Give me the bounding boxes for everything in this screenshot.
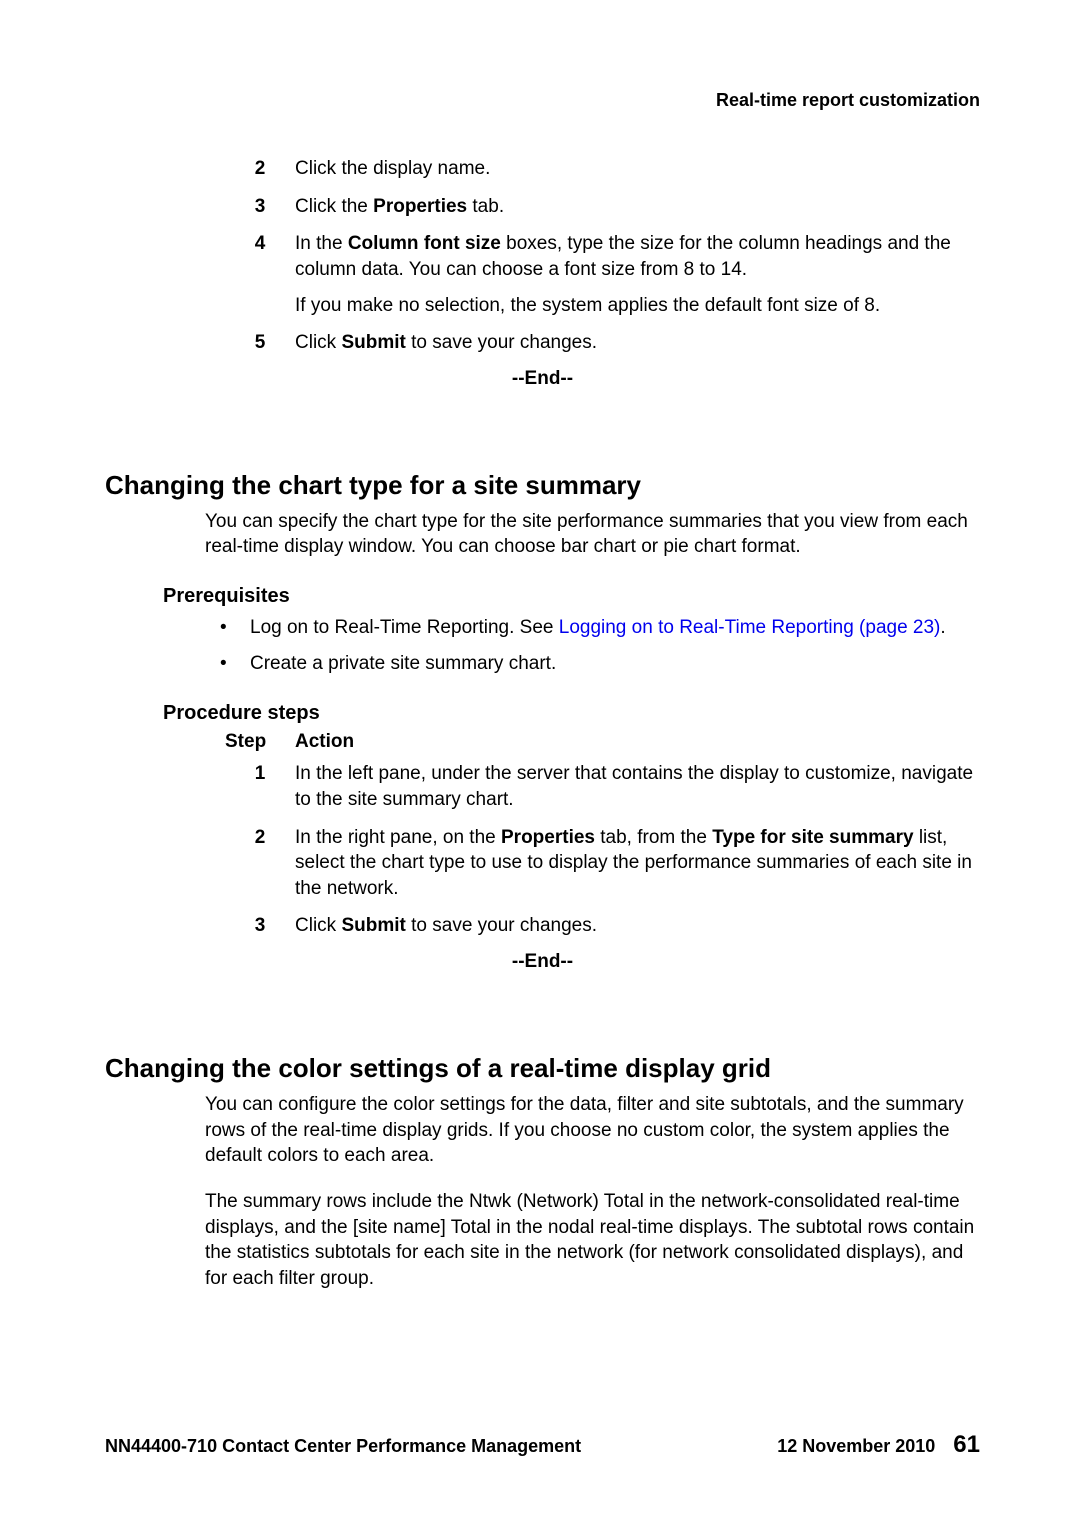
footer-page-number: 61 — [953, 1431, 980, 1459]
list-item-text: Create a private site summary chart. — [250, 650, 556, 678]
step-row: 5Click Submit to save your changes. — [225, 330, 980, 356]
step-text: Click Submit to save your changes. — [295, 913, 980, 939]
step-paragraph: In the left pane, under the server that … — [295, 761, 980, 812]
page-footer: NN44400-710 Contact Center Performance M… — [105, 1431, 980, 1459]
list-item-text: Log on to Real-Time Reporting. See Loggi… — [250, 614, 946, 642]
prerequisites-heading: Prerequisites — [163, 585, 980, 608]
running-header: Real-time report customization — [105, 90, 980, 111]
step-paragraph: If you make no selection, the system app… — [295, 293, 980, 319]
step-row: 4In the Column font size boxes, type the… — [225, 231, 980, 318]
step-row: 2In the right pane, on the Properties ta… — [225, 825, 980, 902]
end-marker: --End-- — [105, 951, 980, 973]
step-number: 3 — [225, 194, 295, 220]
step-col-header: Step — [225, 731, 295, 753]
step-text: Click the Properties tab. — [295, 194, 980, 220]
list-item: •Log on to Real-Time Reporting. See Logg… — [220, 614, 980, 642]
footer-date: 12 November 2010 — [777, 1436, 935, 1457]
step-paragraph: In the right pane, on the Properties tab… — [295, 825, 980, 902]
step-paragraph: Click Submit to save your changes. — [295, 330, 980, 356]
bullet-icon: • — [220, 650, 250, 678]
step-row: 1In the left pane, under the server that… — [225, 761, 980, 812]
step-number: 1 — [225, 761, 295, 812]
cross-reference-link[interactable]: Logging on to Real-Time Reporting (page … — [559, 617, 941, 638]
steps-header: Step Action — [225, 731, 980, 753]
body-paragraph: The summary rows include the Ntwk (Netwo… — [205, 1189, 980, 1292]
section-intro: You can specify the chart type for the s… — [205, 509, 980, 560]
end-marker: --End-- — [105, 368, 980, 390]
step-number: 5 — [225, 330, 295, 356]
step-number: 2 — [225, 825, 295, 902]
step-paragraph: Click Submit to save your changes. — [295, 913, 980, 939]
list-item: •Create a private site summary chart. — [220, 650, 980, 678]
step-text: Click Submit to save your changes. — [295, 330, 980, 356]
section-heading: Changing the chart type for a site summa… — [105, 470, 980, 501]
section-intro: You can configure the color settings for… — [205, 1092, 980, 1291]
intro-text: You can specify the chart type for the s… — [205, 509, 980, 560]
step-number: 2 — [225, 156, 295, 182]
step-number: 3 — [225, 913, 295, 939]
step-number: 4 — [225, 231, 295, 318]
footer-doc-title: NN44400-710 Contact Center Performance M… — [105, 1436, 581, 1457]
step-row: 3Click the Properties tab. — [225, 194, 980, 220]
step-paragraph: Click the Properties tab. — [295, 194, 980, 220]
bullet-icon: • — [220, 614, 250, 642]
step-text: In the Column font size boxes, type the … — [295, 231, 980, 318]
step-text: Click the display name. — [295, 156, 980, 182]
section1-steps: 1In the left pane, under the server that… — [225, 761, 980, 939]
step-text: In the left pane, under the server that … — [295, 761, 980, 812]
body-paragraph: You can configure the color settings for… — [205, 1092, 980, 1169]
top-steps: 2Click the display name.3Click the Prope… — [225, 156, 980, 356]
step-row: 2Click the display name. — [225, 156, 980, 182]
section-heading: Changing the color settings of a real-ti… — [105, 1053, 980, 1084]
step-text: In the right pane, on the Properties tab… — [295, 825, 980, 902]
step-paragraph: In the Column font size boxes, type the … — [295, 231, 980, 282]
page: Real-time report customization 2Click th… — [0, 0, 1080, 1527]
prerequisites-list: •Log on to Real-Time Reporting. See Logg… — [220, 614, 980, 677]
procedure-steps-heading: Procedure steps — [163, 702, 980, 725]
step-paragraph: Click the display name. — [295, 156, 980, 182]
step-row: 3Click Submit to save your changes. — [225, 913, 980, 939]
action-col-header: Action — [295, 731, 354, 753]
